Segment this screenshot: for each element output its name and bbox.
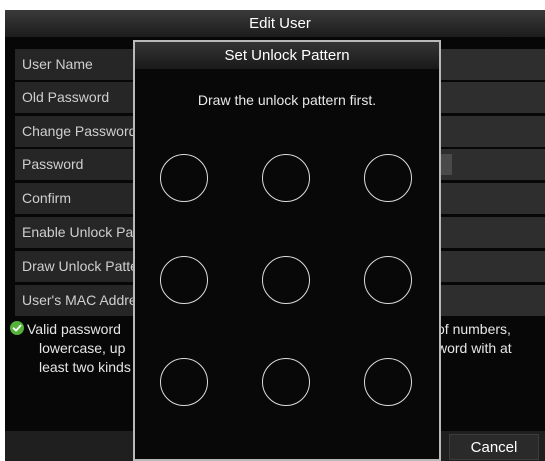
edit-user-window: Edit User User Name Old Password Change … xyxy=(5,10,545,461)
old-password-label: Old Password xyxy=(22,89,110,105)
pattern-dot-2[interactable] xyxy=(262,154,310,202)
notice-line-1: Valid password xyxy=(27,321,121,337)
notice-text-right: of numbers, word with at xyxy=(437,320,512,358)
pattern-dot-8[interactable] xyxy=(262,358,310,406)
notice-line-2: lowercase, up xyxy=(39,340,126,356)
notice-line-3: least two kinds xyxy=(39,359,131,375)
mac-address-label: User's MAC Address xyxy=(22,292,151,308)
change-password-label: Change Password xyxy=(22,123,137,139)
cancel-button[interactable]: Cancel xyxy=(449,434,539,460)
notice-right-line-1: of numbers, xyxy=(437,321,511,337)
pattern-dot-3[interactable] xyxy=(364,154,412,202)
pattern-dot-9[interactable] xyxy=(364,358,412,406)
pattern-dot-6[interactable] xyxy=(364,256,412,304)
pattern-dot-4[interactable] xyxy=(160,256,208,304)
pattern-dot-5[interactable] xyxy=(262,256,310,304)
pattern-dot-1[interactable] xyxy=(160,154,208,202)
user-name-label: User Name xyxy=(22,56,93,72)
password-label: Password xyxy=(22,156,84,172)
window-title: Edit User xyxy=(5,10,545,37)
notice-text-left: Valid password lowercase, up least two k… xyxy=(10,320,131,377)
notice-right-line-2: word with at xyxy=(437,340,512,356)
set-unlock-pattern-dialog: Set Unlock Pattern Draw the unlock patte… xyxy=(133,40,441,461)
draw-unlock-pattern-label: Draw Unlock Pattern xyxy=(22,258,151,274)
confirm-label: Confirm xyxy=(22,190,72,206)
pattern-grid[interactable] xyxy=(135,42,439,459)
pattern-dot-7[interactable] xyxy=(160,358,208,406)
